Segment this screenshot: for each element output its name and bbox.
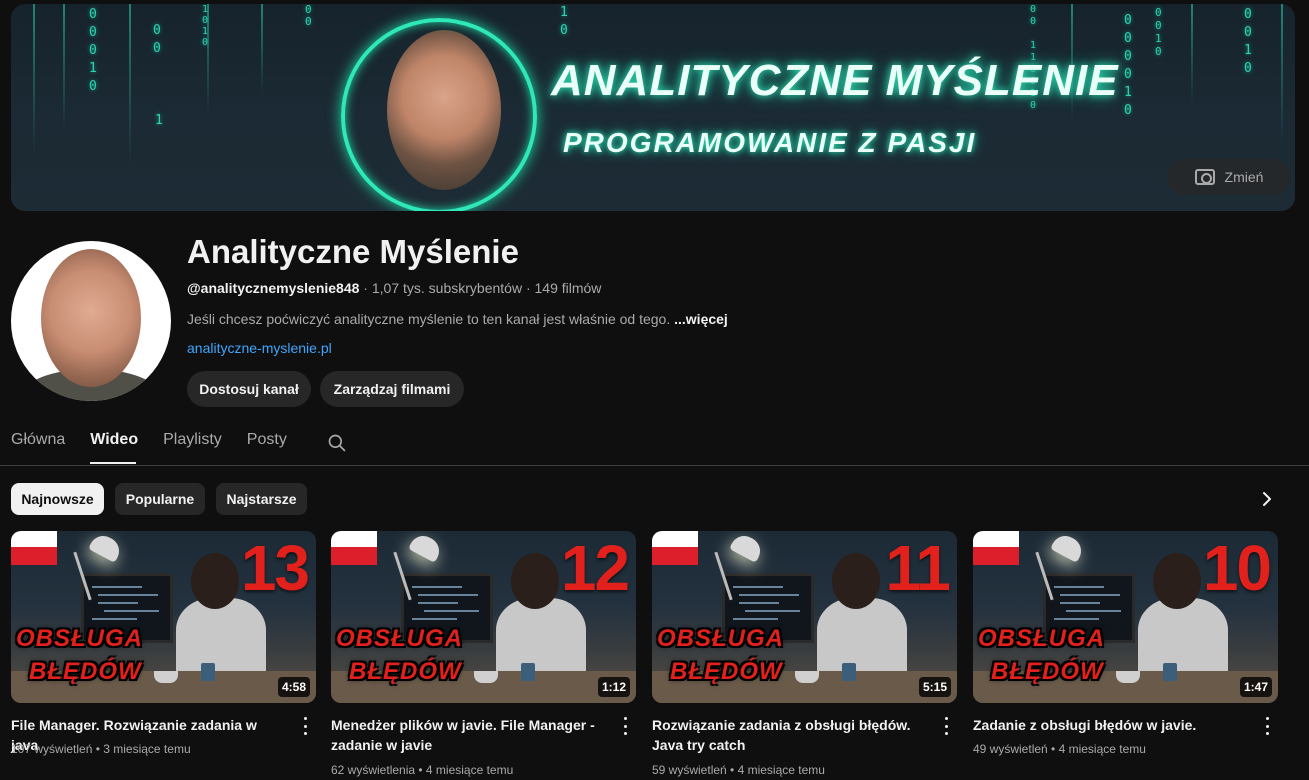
poland-flag-icon	[331, 531, 377, 565]
avatar-face	[41, 249, 141, 387]
thumbnail-lamp	[729, 531, 765, 563]
thumbnail-caption-line1: OBSŁUGA	[336, 625, 463, 652]
video-meta: 59 wyświetleń • 4 miesiące temu	[652, 763, 825, 777]
matrix-digits: 1 0	[560, 5, 568, 38]
thumbnail-caption-line2: BŁĘDÓW	[670, 658, 783, 685]
episode-number: 12	[560, 532, 630, 604]
video-thumbnail[interactable]: 13 OBSŁUGA BŁĘDÓW 4:58	[11, 531, 316, 703]
more-options-icon[interactable]	[621, 717, 629, 735]
thumbnail-caption-line2: BŁĘDÓW	[29, 658, 142, 685]
video-thumbnail[interactable]: 11 OBSŁUGA BŁĘDÓW 5:15	[652, 531, 957, 703]
matrix-digits: 0 0 0 0 1 0	[1124, 13, 1132, 118]
matrix-digits: 1	[155, 113, 163, 128]
active-tab-indicator	[90, 462, 136, 464]
change-banner-label: Zmień	[1224, 169, 1264, 185]
video-duration: 1:12	[597, 677, 630, 697]
change-banner-button[interactable]: Zmień	[1167, 159, 1291, 195]
channel-description[interactable]: Jeśli chcesz poćwiczyć analityczne myśle…	[187, 311, 728, 327]
banner-subtitle: PROGRAMOWANIE Z PASJI	[563, 127, 977, 158]
banner-glow-ring	[341, 18, 537, 211]
channel-tabs: Główna Wideo Playlisty Posty	[11, 431, 312, 455]
tab-videos[interactable]: Wideo	[90, 431, 138, 455]
customize-channel-button[interactable]: Dostosuj kanał	[187, 371, 311, 407]
thumbnail-caption-line1: OBSŁUGA	[657, 625, 784, 652]
more-options-icon[interactable]	[301, 717, 309, 735]
chip-newest[interactable]: Najnowsze	[11, 483, 104, 515]
video-duration: 1:47	[1239, 677, 1272, 697]
matrix-digits: 0 0 0 1 0	[89, 7, 97, 94]
channel-website-link[interactable]: analityczne-myslenie.pl	[187, 340, 332, 356]
video-card[interactable]: 13 OBSŁUGA BŁĘDÓW 4:58 File Manager. Roz…	[11, 531, 316, 756]
video-thumbnail[interactable]: 12 OBSŁUGA BŁĘDÓW 1:12	[331, 531, 636, 703]
matrix-streak	[1281, 4, 1283, 144]
matrix-streak	[261, 4, 263, 94]
matrix-digits: 0 0	[153, 23, 161, 56]
channel-name: Analityczne Myślenie	[187, 233, 519, 270]
more-options-icon[interactable]	[942, 717, 950, 735]
matrix-streak	[63, 4, 65, 134]
tabs-divider	[0, 465, 1309, 466]
channel-description-text: Jeśli chcesz poćwiczyć analityczne myśle…	[187, 311, 675, 327]
matrix-digits: 1 0 1 0	[202, 4, 209, 48]
video-card[interactable]: 12 OBSŁUGA BŁĘDÓW 1:12 Menedżer plików w…	[331, 531, 636, 777]
description-more-link[interactable]: ...więcej	[674, 311, 728, 327]
chip-oldest[interactable]: Najstarsze	[216, 483, 307, 515]
matrix-digits: 0 0	[305, 4, 312, 28]
video-thumbnail[interactable]: 10 OBSŁUGA BŁĘDÓW 1:47	[973, 531, 1278, 703]
matrix-digits: 0 0 1 0	[1155, 6, 1162, 58]
tab-playlists[interactable]: Playlisty	[163, 431, 222, 455]
thumbnail-lamp	[88, 531, 124, 563]
thumbnail-caption-line1: OBSŁUGA	[978, 625, 1105, 652]
video-meta: 107 wyświetleń • 3 miesiące temu	[11, 742, 191, 756]
video-duration: 5:15	[918, 677, 951, 697]
poland-flag-icon	[973, 531, 1019, 565]
episode-number: 13	[240, 532, 310, 604]
thumbnail-caption-line2: BŁĘDÓW	[991, 658, 1104, 685]
banner-title: ANALITYCZNE MYŚLENIE	[551, 56, 1119, 105]
matrix-digits: 0 0 1 0	[1244, 7, 1252, 76]
video-card[interactable]: 11 OBSŁUGA BŁĘDÓW 5:15 Rozwiązanie zadan…	[652, 531, 957, 777]
matrix-streak	[1191, 4, 1193, 104]
video-meta: 49 wyświetleń • 4 miesiące temu	[973, 742, 1146, 756]
tab-posts[interactable]: Posty	[247, 431, 287, 455]
channel-banner: 0 0 0 1 0 0 0 1 0 1 0 1 0 0 1 0 0 0 1 1 …	[11, 4, 1295, 211]
tab-home[interactable]: Główna	[11, 431, 65, 455]
video-card[interactable]: 10 OBSŁUGA BŁĘDÓW 1:47 Zadanie z obsługi…	[973, 531, 1278, 756]
camera-icon	[1194, 169, 1215, 185]
thumbnail-caption-line2: BŁĘDÓW	[349, 658, 462, 685]
channel-stats: · 1,07 tys. subskrybentów · 149 filmów	[359, 280, 602, 296]
channel-meta: @analitycznemyslenie848 · 1,07 tys. subs…	[187, 280, 601, 296]
poland-flag-icon	[11, 531, 57, 565]
chevron-right-icon[interactable]	[1258, 489, 1276, 509]
thumbnail-caption-line1: OBSŁUGA	[16, 625, 143, 652]
video-duration: 4:58	[277, 677, 310, 697]
channel-handle: @analitycznemyslenie848	[187, 280, 360, 296]
video-title[interactable]: Rozwiązanie zadania z obsługi błędów. Ja…	[652, 715, 922, 755]
thumbnail-lamp	[1050, 531, 1086, 563]
poland-flag-icon	[652, 531, 698, 565]
episode-number: 10	[1202, 532, 1272, 604]
channel-avatar[interactable]	[11, 241, 171, 401]
episode-number: 11	[885, 532, 951, 604]
thumbnail-lamp	[408, 531, 444, 563]
video-meta: 62 wyświetlenia • 4 miesiące temu	[331, 763, 514, 777]
search-icon[interactable]	[327, 433, 347, 453]
video-title[interactable]: Menedżer plików w javie. File Manager - …	[331, 715, 601, 755]
more-options-icon[interactable]	[1263, 717, 1271, 735]
manage-videos-button[interactable]: Zarządzaj filmami	[320, 371, 464, 407]
matrix-streak	[129, 4, 131, 164]
matrix-streak	[33, 4, 35, 154]
video-title[interactable]: Zadanie z obsługi błędów w javie.	[973, 715, 1243, 735]
chip-popular[interactable]: Popularne	[115, 483, 205, 515]
